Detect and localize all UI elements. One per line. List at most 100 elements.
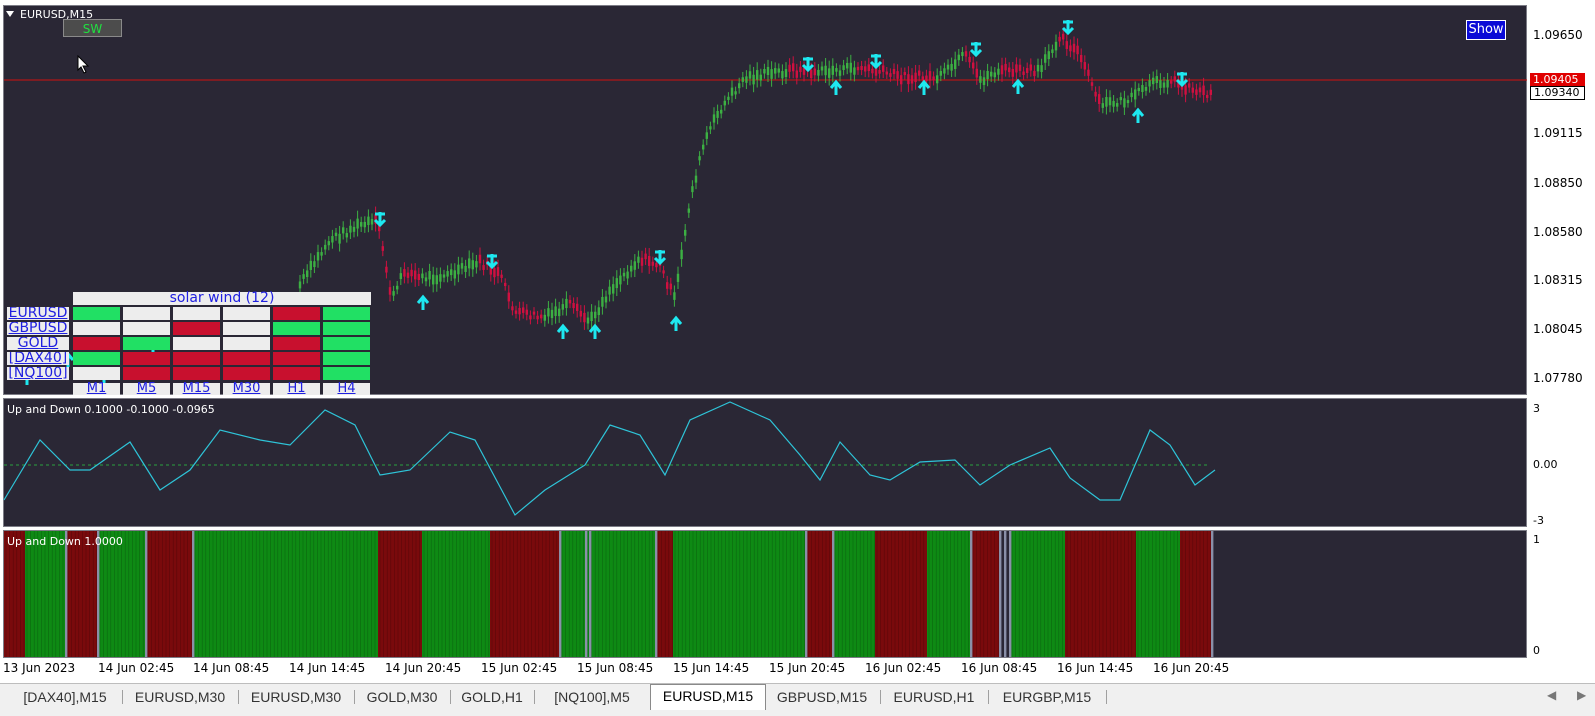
buy-arrow-icon xyxy=(588,323,602,339)
candle-body xyxy=(716,111,719,118)
candle-body xyxy=(410,269,413,277)
dashboard-symbol-link[interactable]: GBPUSD xyxy=(7,322,69,335)
dashboard-signal-cell xyxy=(323,322,370,335)
dashboard-symbol-link[interactable]: [DAX40] xyxy=(7,352,69,365)
candle-body xyxy=(511,306,514,311)
candle-body xyxy=(446,271,449,277)
candle-body xyxy=(727,96,730,100)
dashboard-timeframe[interactable]: M15 xyxy=(173,382,220,395)
time-label: 16 Jun 02:45 xyxy=(865,661,942,675)
candle-body xyxy=(471,260,474,270)
candle-body xyxy=(946,64,950,70)
candle-body xyxy=(1062,33,1065,40)
chevron-down-icon[interactable] xyxy=(6,11,14,17)
candle-body xyxy=(982,77,986,85)
histogram-band xyxy=(1010,531,1065,657)
candle-body xyxy=(399,273,402,280)
candle-body xyxy=(1051,49,1054,53)
candle-body xyxy=(1134,89,1137,100)
candle-body xyxy=(1069,45,1072,52)
candle-body xyxy=(954,59,957,70)
histogram-band xyxy=(1136,531,1180,657)
candle-body xyxy=(1018,64,1022,71)
dashboard-timeframe[interactable]: M30 xyxy=(223,382,270,395)
candle-body xyxy=(950,63,953,71)
hist-axis-label: 0 xyxy=(1533,644,1540,657)
price-axis[interactable] xyxy=(1528,5,1595,395)
dashboard-timeframe[interactable]: M1 xyxy=(73,382,120,395)
osc-axis-label: 0.00 xyxy=(1533,458,1558,471)
chart-tab[interactable]: GBPUSD,M15 xyxy=(766,686,878,708)
chart-tab[interactable]: EURGBP,M15 xyxy=(990,686,1104,708)
dashboard-timeframe[interactable]: M5 xyxy=(123,382,170,395)
dashboard-timeframe[interactable]: H4 xyxy=(323,382,370,395)
tab-scroll-right-icon[interactable]: ▶ xyxy=(1577,688,1586,702)
candle-body xyxy=(1105,97,1108,107)
tab-scroll-left-icon[interactable]: ◀ xyxy=(1547,688,1556,702)
time-label: 15 Jun 08:45 xyxy=(577,661,654,675)
candle-body xyxy=(993,72,996,78)
dashboard-timeframe[interactable]: H1 xyxy=(273,382,320,395)
candle-body xyxy=(849,62,852,73)
candle-body xyxy=(460,263,464,269)
buy-arrow-icon xyxy=(1131,107,1145,123)
candle-body xyxy=(997,68,1000,75)
dashboard-symbol-link[interactable]: [NQ100] xyxy=(7,367,69,380)
candle-body xyxy=(1047,51,1050,60)
dashboard-signal-cell xyxy=(323,352,370,365)
dashboard-signal-cell xyxy=(223,367,270,380)
histogram-band xyxy=(378,531,422,657)
dashboard-signal-cell xyxy=(273,337,320,350)
chart-tab[interactable]: EURUSD,H1 xyxy=(882,686,986,708)
candle-body xyxy=(320,252,323,256)
chart-tab[interactable]: GOLD,M30 xyxy=(356,686,448,708)
chart-tab[interactable]: EURUSD,M30 xyxy=(124,686,236,708)
histogram-separator xyxy=(192,531,195,657)
candle-body xyxy=(370,219,374,225)
candle-body xyxy=(867,64,870,72)
candle-body xyxy=(536,315,539,320)
time-label: 15 Jun 02:45 xyxy=(481,661,558,675)
dashboard-signal-cell xyxy=(73,337,120,350)
candle-body xyxy=(694,175,698,183)
dashboard-signal-cell xyxy=(223,322,270,335)
histogram-separator xyxy=(1009,531,1012,657)
candle-body xyxy=(547,308,550,317)
candle-body xyxy=(860,65,863,71)
candle-body xyxy=(1094,91,1097,97)
sell-arrow-icon xyxy=(653,250,667,266)
dashboard-signal-cell xyxy=(273,367,320,380)
candle-body xyxy=(630,265,633,272)
chart-tab-active[interactable]: EURUSD,M15 xyxy=(650,684,766,710)
candle-body xyxy=(1159,80,1162,88)
candle-body xyxy=(1044,54,1047,63)
dashboard-signal-cell xyxy=(173,337,220,350)
candle-body xyxy=(601,296,604,307)
histogram-band xyxy=(193,531,378,657)
candle-body xyxy=(421,273,424,279)
histogram-separator xyxy=(145,531,148,657)
sell-arrow-icon xyxy=(485,254,499,270)
show-button[interactable]: Show xyxy=(1466,20,1506,40)
chart-tab[interactable]: [DAX40],M15 xyxy=(10,686,120,708)
candle-body xyxy=(745,76,748,83)
chart-tab[interactable]: [NQ100],M5 xyxy=(536,686,648,708)
candle-body xyxy=(507,292,510,302)
price-label: 1.09115 xyxy=(1533,126,1583,140)
candle-body xyxy=(626,271,629,279)
chart-tab[interactable]: EURUSD,M30 xyxy=(240,686,352,708)
candle-body xyxy=(1195,89,1198,95)
histogram-separator xyxy=(999,531,1002,657)
candle-body xyxy=(828,68,831,78)
dashboard-symbol-link[interactable]: GOLD xyxy=(7,337,69,350)
candle-body xyxy=(579,310,582,317)
price-label: 1.08580 xyxy=(1533,225,1583,239)
dashboard-signal-cell xyxy=(73,322,120,335)
candle-body xyxy=(1144,86,1148,91)
candle-body xyxy=(921,76,924,80)
chart-tab[interactable]: GOLD,H1 xyxy=(452,686,532,708)
dashboard-symbol-link[interactable]: EURUSD xyxy=(7,307,69,320)
candle-body xyxy=(763,69,766,74)
sw-button[interactable]: SW xyxy=(63,19,122,37)
candle-body xyxy=(738,83,741,89)
